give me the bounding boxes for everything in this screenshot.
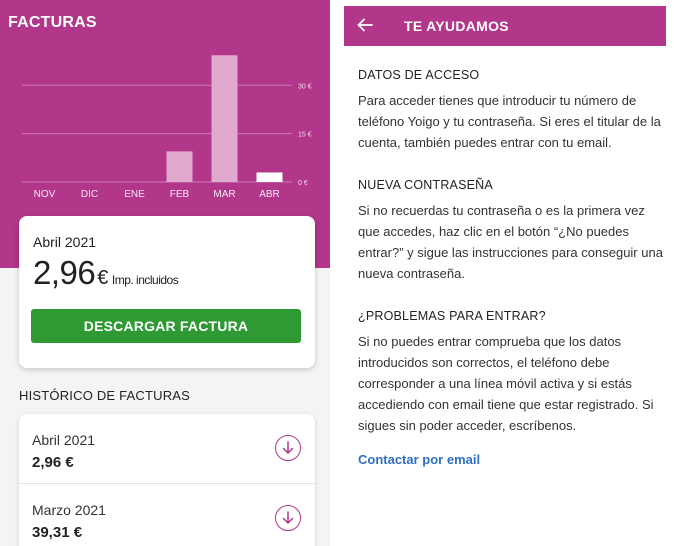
- invoice-amount: 39,31 €: [32, 524, 83, 541]
- tax-note: Imp. incluidos: [111, 273, 179, 287]
- x-tick-label: NOV: [34, 189, 56, 200]
- help-section-password: NUEVA CONTRASEÑA Si no recuerdas tu cont…: [358, 178, 663, 284]
- chart-bar-feb[interactable]: [166, 151, 193, 182]
- current-invoice-month: Abril 2021: [33, 234, 97, 250]
- section-heading: NUEVA CONTRASEÑA: [358, 178, 493, 192]
- help-topbar: TE AYUDAMOS: [344, 6, 666, 46]
- list-item[interactable]: Marzo 2021 39,31 €: [19, 484, 315, 546]
- x-tick-label: ENE: [124, 189, 145, 200]
- invoice-month: Abril 2021: [32, 432, 96, 448]
- download-icon[interactable]: [275, 435, 301, 461]
- invoice-amount: 2,96 €: [32, 454, 74, 471]
- page-title: FACTURAS: [8, 14, 97, 31]
- invoice-history-list: Abril 2021 2,96 € Marzo 2021 39,31 €: [19, 414, 315, 546]
- invoices-screen: FACTURAS 30 € 15 € 0 € NOV DIC ENE FEB MAR ABR A…: [0, 0, 330, 546]
- download-invoice-button[interactable]: DESCARGAR FACTURA: [31, 309, 301, 343]
- invoice-month: Marzo 2021: [32, 502, 106, 518]
- page-title: TE AYUDAMOS: [404, 18, 509, 34]
- help-section-access: DATOS DE ACCESO Para acceder tienes que …: [358, 68, 663, 153]
- section-text: Si no puedes entrar comprueba que los da…: [358, 334, 654, 433]
- invoices-bar-chart: 30 € 15 € 0 € NOV DIC ENE FEB MAR ABR: [22, 55, 312, 200]
- history-title: HISTÓRICO DE FACTURAS: [19, 388, 191, 403]
- y-tick-label: 0 €: [298, 180, 308, 187]
- x-tick-label: ABR: [259, 189, 280, 200]
- current-invoice-amount: 2,96 € Imp. incluidos: [33, 254, 179, 292]
- y-tick-label: 30 €: [298, 83, 312, 90]
- chart-bar-abr[interactable]: [256, 172, 283, 182]
- invoices-chart: 30 € 15 € 0 € NOV DIC ENE FEB MAR ABR: [0, 40, 330, 210]
- amount-value: 2,96: [33, 254, 96, 291]
- contact-email-link[interactable]: Contactar por email: [358, 452, 480, 467]
- x-tick-label: FEB: [170, 189, 190, 200]
- x-tick-label: DIC: [81, 189, 98, 200]
- list-item[interactable]: Abril 2021 2,96 €: [19, 414, 315, 484]
- y-tick-label: 15 €: [298, 132, 312, 139]
- help-section-problems: ¿PROBLEMAS PARA ENTRAR? Si no puedes ent…: [358, 309, 663, 436]
- back-arrow-icon[interactable]: [356, 16, 374, 34]
- amount-currency: €: [97, 267, 108, 289]
- section-text: Si no recuerdas tu contraseña o es la pr…: [358, 203, 663, 281]
- section-heading: DATOS DE ACCESO: [358, 68, 480, 82]
- chart-bar-mar[interactable]: [211, 55, 238, 182]
- x-tick-label: MAR: [213, 189, 235, 200]
- help-screen: TE AYUDAMOS DATOS DE ACCESO Para acceder…: [344, 0, 674, 546]
- section-text: Para acceder tienes que introducir tu nú…: [358, 93, 661, 150]
- current-invoice-card: Abril 2021 2,96 € Imp. incluidos DESCARGAR…: [19, 216, 315, 368]
- section-heading: ¿PROBLEMAS PARA ENTRAR?: [358, 309, 546, 323]
- download-icon[interactable]: [275, 505, 301, 531]
